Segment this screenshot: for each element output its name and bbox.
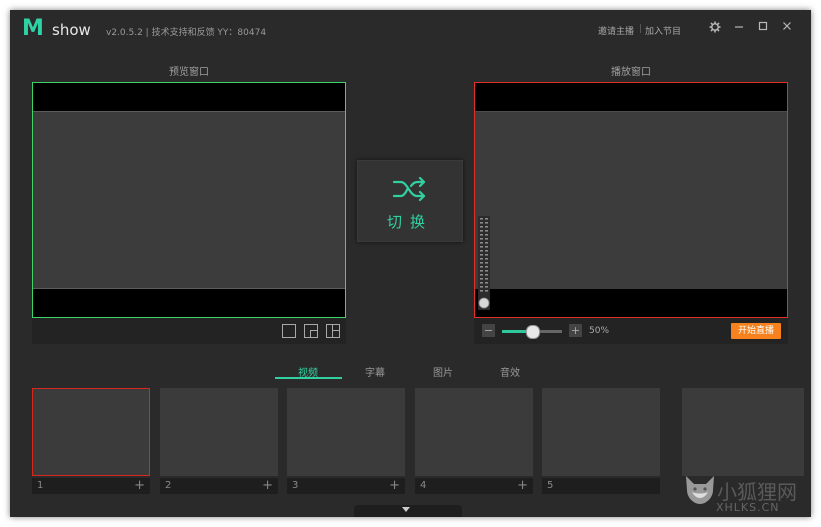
volume-control-bar: − + 50% 开始直播 — [474, 318, 788, 344]
source-number: 4 — [420, 480, 427, 491]
volume-down-button[interactable]: − — [482, 324, 495, 337]
add-source-button[interactable]: + — [389, 478, 400, 493]
add-source-button[interactable]: + — [134, 478, 145, 493]
program-window[interactable] — [474, 82, 788, 318]
preview-window[interactable] — [32, 82, 346, 318]
source-slot-1[interactable] — [32, 388, 150, 476]
volume-slider-handle[interactable] — [526, 325, 540, 339]
source-slot-6[interactable] — [682, 388, 804, 476]
source-slot-3[interactable] — [287, 388, 405, 476]
switch-label: 切换 — [386, 213, 433, 231]
source-slot-footer: 1 + — [32, 478, 150, 494]
volume-percent: 50% — [589, 326, 610, 336]
tab-audio[interactable]: 音效 — [477, 364, 543, 379]
audio-level-meter[interactable] — [478, 216, 490, 310]
preview-title: 预览窗口 — [169, 67, 209, 78]
volume-track-rest — [540, 330, 562, 333]
source-number: 2 — [165, 480, 172, 491]
expand-panel-button[interactable] — [354, 505, 462, 517]
source-slot-footer: 3 + — [287, 478, 405, 494]
add-source-button[interactable]: + — [262, 478, 273, 493]
add-source-button[interactable]: + — [517, 478, 528, 493]
app-window: M show v2.0.5.2 | 技术支持和反馈 YY：80474 邀请主播 … — [10, 10, 811, 517]
source-slot-4[interactable] — [415, 388, 533, 476]
tab-image[interactable]: 图片 — [410, 364, 476, 379]
source-number: 3 — [292, 480, 299, 491]
preview-canvas — [33, 111, 345, 289]
program-canvas — [475, 111, 787, 289]
join-show-link[interactable]: 加入节目 — [645, 24, 681, 37]
switch-button[interactable]: 切换 — [357, 160, 463, 242]
shuffle-icon — [392, 176, 426, 202]
version-info: v2.0.5.2 | 技术支持和反馈 YY：80474 — [106, 28, 267, 38]
source-slot-footer: 4 + — [415, 478, 533, 494]
logo-mark: M — [22, 16, 44, 41]
tab-subtitle[interactable]: 字幕 — [342, 364, 408, 379]
program-title: 播放窗口 — [611, 67, 651, 78]
layout-pip-button[interactable] — [304, 324, 318, 338]
link-divider: | — [639, 24, 643, 34]
close-icon — [783, 22, 791, 30]
fox-logo-icon — [686, 476, 714, 504]
layout-toolbar — [32, 318, 346, 344]
watermark-subtext: XHLKS.CN — [716, 501, 780, 514]
source-number: 5 — [547, 480, 554, 491]
maximize-button[interactable] — [756, 20, 770, 34]
invite-host-link[interactable]: 邀请主播 — [598, 24, 634, 37]
minimize-icon — [735, 26, 743, 28]
start-live-button[interactable]: 开始直播 — [731, 323, 781, 339]
maximize-icon — [758, 21, 768, 31]
chevron-down-icon — [402, 507, 410, 512]
source-number: 1 — [37, 480, 44, 491]
settings-button[interactable] — [708, 20, 722, 34]
logo-text: show — [52, 21, 91, 39]
minimize-button[interactable] — [732, 20, 746, 34]
layout-single-button[interactable] — [282, 324, 296, 338]
layout-split-button[interactable] — [326, 324, 340, 338]
active-tab-indicator — [275, 377, 342, 379]
source-slot-5[interactable] — [542, 388, 660, 476]
gear-icon — [709, 21, 721, 33]
source-slot-footer: 5 — [542, 478, 660, 494]
close-button[interactable] — [780, 20, 794, 34]
volume-up-button[interactable]: + — [569, 324, 582, 337]
source-slot-2[interactable] — [160, 388, 278, 476]
source-slot-footer: 2 + — [160, 478, 278, 494]
